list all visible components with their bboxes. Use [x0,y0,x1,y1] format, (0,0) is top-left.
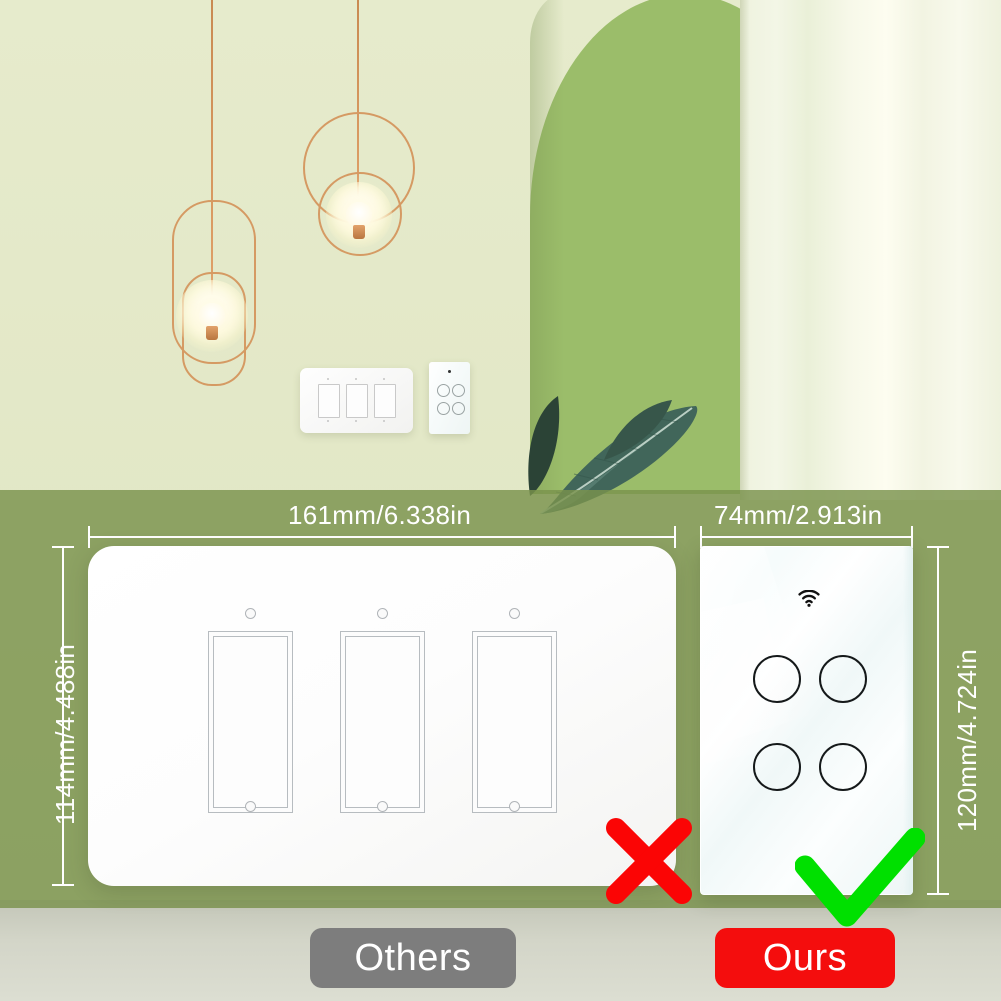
others-screw-hole [245,801,256,812]
others-screw-hole [377,608,388,619]
lamp-socket-right [353,225,365,239]
others-screw-hole [509,608,520,619]
mini-screw [355,420,357,422]
others-rocker-1 [208,631,293,813]
product-comparison-image: 161mm/6.338in 114mm/4.488in 74mm/2.913in… [0,0,1001,1001]
mini-touch-button [437,384,450,397]
curtain-shadow [740,0,750,500]
others-badge: Others [310,928,516,988]
mini-touch-button [437,402,450,415]
curtain-panel [740,0,1001,500]
others-rocker-inner [345,636,420,808]
mini-screw [383,378,385,380]
mini-ours-panel [429,362,470,434]
ours-width-dimension-line [700,536,913,538]
mini-touch-button [452,402,465,415]
others-screw-hole [377,801,388,812]
ours-height-tick-bottom [927,893,949,895]
others-screw-hole [245,608,256,619]
mini-others-rocker [346,384,368,418]
mini-wifi-icon [448,370,451,373]
ours-width-label: 74mm/2.913in [714,500,883,530]
mini-screw [327,378,329,380]
others-rocker-3 [472,631,557,813]
others-width-dimension-line [88,536,676,538]
touch-button-4[interactable] [819,743,867,791]
mini-screw [355,378,357,380]
touch-button-3[interactable] [753,743,801,791]
mini-others-plate [300,368,413,433]
ours-height-label: 120mm/4.724in [952,648,982,832]
mini-others-rocker [318,384,340,418]
mini-screw [383,420,385,422]
others-screw-hole [509,801,520,812]
others-height-label: 114mm/4.488in [50,643,80,825]
mini-others-rocker [374,384,396,418]
lamp-socket-left [206,326,218,340]
others-switch-plate [88,546,676,886]
plant-leaf-tip [600,398,678,468]
mini-touch-button [452,384,465,397]
others-width-label: 161mm/6.338in [288,500,472,530]
touch-button-2[interactable] [819,655,867,703]
others-rocker-inner [477,636,552,808]
mini-screw [327,420,329,422]
others-rocker-inner [213,636,288,808]
ours-height-dimension-line [937,546,939,893]
others-rocker-2 [340,631,425,813]
check-icon [794,827,926,938]
ours-badge: Ours [715,928,895,988]
touch-button-1[interactable] [753,655,801,703]
wifi-icon [798,589,820,612]
cross-icon [600,812,698,915]
